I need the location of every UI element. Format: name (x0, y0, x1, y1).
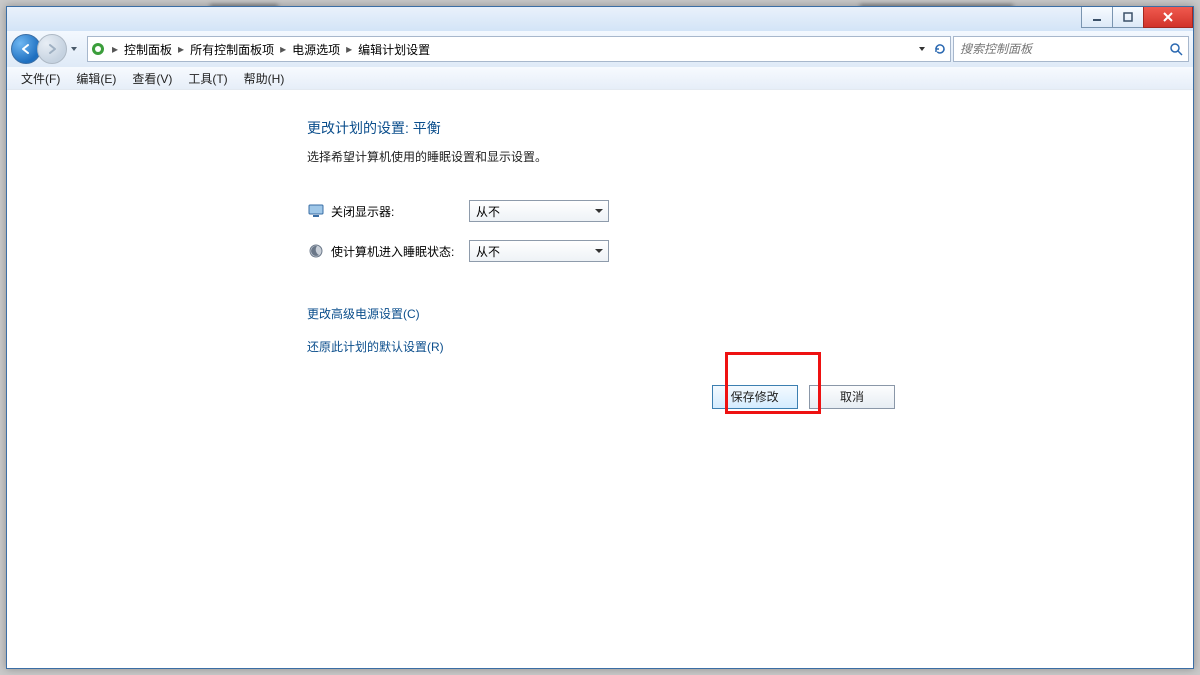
select-value[interactable]: 从不 (469, 200, 609, 222)
save-button[interactable]: 保存修改 (712, 385, 798, 409)
control-panel-icon (90, 41, 106, 57)
breadcrumb-item[interactable]: 电源选项 (288, 41, 344, 58)
minimize-button[interactable] (1081, 7, 1113, 28)
desktop: ████████ ██████████████████ ███ ████████… (0, 0, 1200, 675)
address-dropdown[interactable] (914, 39, 930, 59)
menu-edit[interactable]: 编辑(E) (68, 68, 124, 89)
page-title: 更改计划的设置: 平衡 (307, 118, 907, 138)
cancel-button[interactable]: 取消 (809, 385, 895, 409)
menu-tools[interactable]: 工具(T) (180, 68, 235, 89)
restore-defaults-link[interactable]: 还原此计划的默认设置(R) (307, 338, 907, 355)
menu-file[interactable]: 文件(F) (13, 68, 68, 89)
close-button[interactable] (1143, 7, 1193, 28)
breadcrumb-item[interactable]: 编辑计划设置 (354, 41, 434, 58)
titlebar (7, 7, 1193, 31)
sleep-select[interactable]: 从不 (469, 240, 609, 262)
maximize-button[interactable] (1112, 7, 1144, 28)
button-row: 保存修改 取消 (307, 385, 907, 409)
address-bar[interactable]: ▸ 控制面板 ▸ 所有控制面板项 ▸ 电源选项 ▸ 编辑计划设置 (87, 36, 951, 62)
forward-button[interactable] (37, 34, 67, 64)
display-off-select[interactable]: 从不 (469, 200, 609, 222)
setting-label: 使计算机进入睡眠状态: (331, 243, 469, 260)
window: ▸ 控制面板 ▸ 所有控制面板项 ▸ 电源选项 ▸ 编辑计划设置 (6, 6, 1194, 669)
setting-label: 关闭显示器: (331, 203, 469, 220)
nav-history-dropdown[interactable] (67, 35, 81, 63)
page-description: 选择希望计算机使用的睡眠设置和显示设置。 (307, 148, 907, 165)
content-area: 更改计划的设置: 平衡 选择希望计算机使用的睡眠设置和显示设置。 关闭显示器: … (7, 89, 1193, 668)
search-input[interactable] (958, 41, 1168, 57)
monitor-icon (307, 202, 325, 220)
nav-buttons (11, 34, 81, 64)
settings-panel: 更改计划的设置: 平衡 选择希望计算机使用的睡眠设置和显示设置。 关闭显示器: … (307, 118, 907, 409)
select-value[interactable]: 从不 (469, 240, 609, 262)
chevron-right-icon: ▸ (176, 42, 186, 56)
setting-row-sleep: 使计算机进入睡眠状态: 从不 (307, 231, 907, 271)
search-icon[interactable] (1168, 41, 1184, 57)
chevron-right-icon: ▸ (278, 42, 288, 56)
chevron-right-icon: ▸ (344, 42, 354, 56)
moon-icon (307, 242, 325, 260)
setting-row-display-off: 关闭显示器: 从不 (307, 191, 907, 231)
search-box[interactable] (953, 36, 1189, 62)
navbar: ▸ 控制面板 ▸ 所有控制面板项 ▸ 电源选项 ▸ 编辑计划设置 (7, 31, 1193, 68)
breadcrumb-item[interactable]: 控制面板 (120, 41, 176, 58)
breadcrumb-item[interactable]: 所有控制面板项 (186, 41, 278, 58)
advanced-power-settings-link[interactable]: 更改高级电源设置(C) (307, 305, 907, 322)
menubar: 文件(F) 编辑(E) 查看(V) 工具(T) 帮助(H) (7, 67, 1193, 90)
refresh-button[interactable] (932, 39, 948, 59)
links-block: 更改高级电源设置(C) 还原此计划的默认设置(R) (307, 305, 907, 355)
menu-view[interactable]: 查看(V) (124, 68, 180, 89)
menu-help[interactable]: 帮助(H) (236, 68, 293, 89)
chevron-right-icon: ▸ (110, 42, 120, 56)
